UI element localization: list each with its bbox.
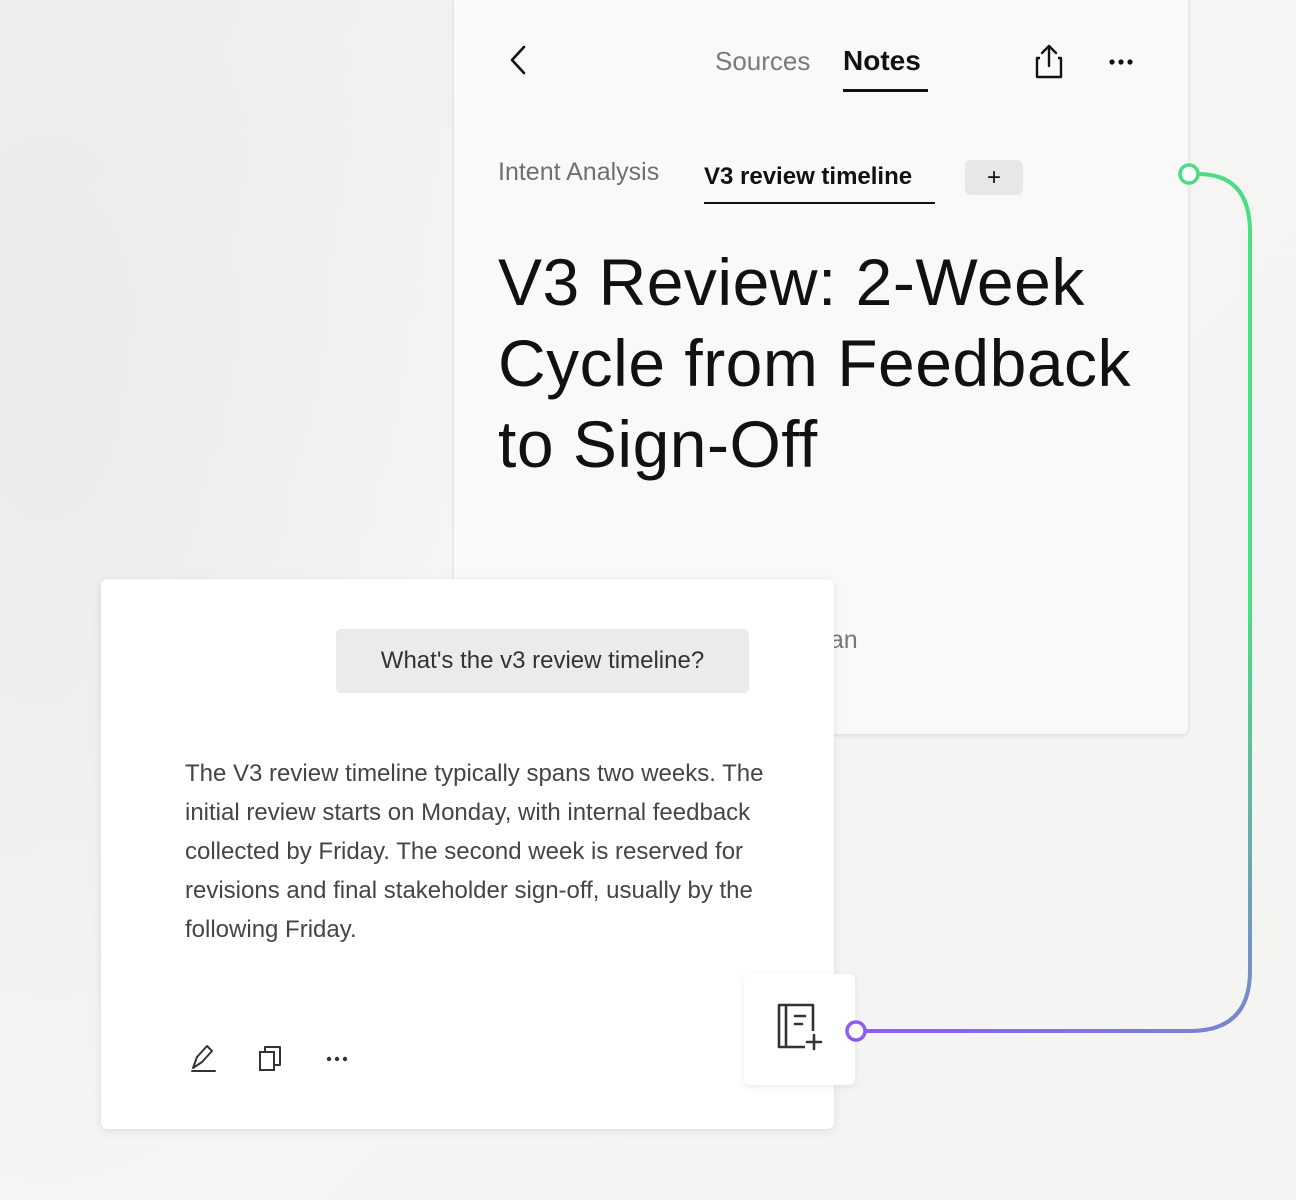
add-to-notes-icon — [775, 1001, 825, 1058]
chat-card: What's the v3 review timeline? The V3 re… — [101, 579, 834, 1129]
back-button[interactable] — [502, 42, 534, 82]
answer-more-button[interactable] — [319, 1042, 355, 1078]
tab-notes[interactable]: Notes — [843, 44, 921, 78]
note-tab-intent-analysis[interactable]: Intent Analysis — [498, 155, 659, 189]
assistant-answer: The V3 review timeline typically spans t… — [185, 760, 764, 943]
more-options-button[interactable] — [1106, 48, 1136, 76]
more-horizontal-icon — [325, 1051, 349, 1069]
active-note-tab-indicator — [704, 202, 935, 204]
note-title: V3 Review: 2-Week Cycle from Feedback to… — [498, 245, 1132, 481]
copy-icon — [256, 1043, 284, 1078]
active-tab-indicator — [843, 89, 928, 92]
share-icon — [1030, 44, 1068, 86]
add-note-tab-button[interactable]: + — [965, 160, 1023, 195]
edit-button[interactable] — [185, 1042, 221, 1078]
more-horizontal-icon — [1106, 59, 1136, 80]
tab-sources[interactable]: Sources — [715, 44, 810, 78]
share-button[interactable] — [1030, 42, 1068, 82]
copy-button[interactable] — [252, 1042, 288, 1078]
note-tab-v3-review-timeline[interactable]: V3 review timeline — [704, 160, 912, 194]
add-to-notes-button[interactable] — [744, 974, 855, 1085]
edit-icon — [188, 1042, 218, 1079]
chevron-left-icon — [507, 44, 529, 81]
user-message: What's the v3 review timeline? — [336, 629, 749, 693]
